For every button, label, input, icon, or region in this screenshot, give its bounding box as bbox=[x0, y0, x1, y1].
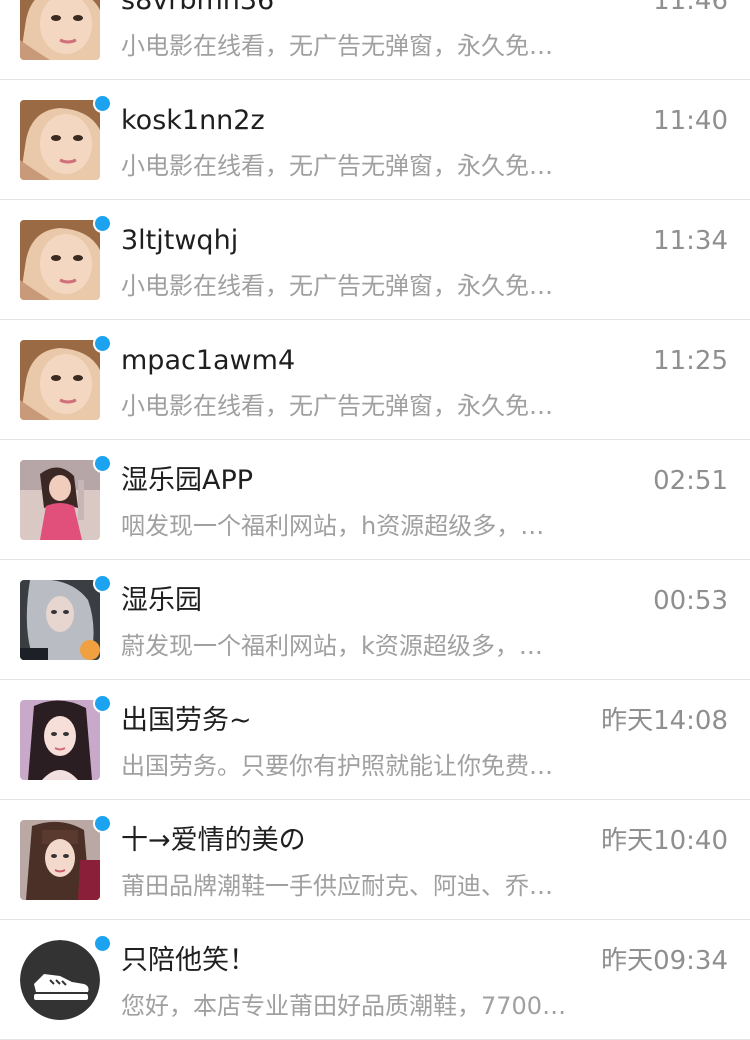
unread-dot-icon bbox=[93, 934, 112, 953]
message-preview: 小电影在线看，无广告无弹窗，永久免… bbox=[121, 32, 553, 60]
message-preview: 小电影在线看，无广告无弹窗，永久免… bbox=[121, 272, 553, 300]
message-preview: 莆田品牌潮鞋一手供应耐克、阿迪、乔… bbox=[121, 872, 553, 900]
unread-dot-icon bbox=[93, 694, 112, 713]
contact-name: 湿乐园 bbox=[121, 585, 202, 616]
unread-dot-icon bbox=[93, 94, 112, 113]
message-time: 11:40 bbox=[653, 106, 728, 136]
message-time: 昨天10:40 bbox=[601, 826, 728, 856]
unread-dot-icon bbox=[93, 574, 112, 593]
avatar[interactable] bbox=[20, 580, 100, 660]
message-time: 昨天09:34 bbox=[601, 946, 728, 976]
avatar[interactable] bbox=[20, 220, 100, 300]
message-time: 00:53 bbox=[653, 586, 728, 616]
message-preview: 您好，本店专业莆田好品质潮鞋，7700… bbox=[121, 992, 567, 1020]
message-time: 11:46 bbox=[653, 0, 728, 16]
message-preview: 蔚发现一个福利网站，k资源超级多，… bbox=[121, 632, 543, 660]
message-time: 02:51 bbox=[653, 466, 728, 496]
message-time: 11:34 bbox=[653, 226, 728, 256]
message-preview: 咽发现一个福利网站，h资源超级多，… bbox=[121, 512, 545, 540]
conversation-row[interactable]: s8vrbmn36 11:46 小电影在线看，无广告无弹窗，永久免… bbox=[0, 0, 750, 80]
conversation-list: s8vrbmn36 11:46 小电影在线看，无广告无弹窗，永久免… kosk1… bbox=[0, 0, 750, 1040]
conversation-row[interactable]: 3ltjtwqhj 11:34 小电影在线看，无广告无弹窗，永久免… bbox=[0, 200, 750, 320]
avatar[interactable] bbox=[20, 100, 100, 180]
conversation-row[interactable]: kosk1nn2z 11:40 小电影在线看，无广告无弹窗，永久免… bbox=[0, 80, 750, 200]
contact-name: 十→爱情的美の bbox=[121, 825, 306, 856]
contact-name: mpac1awm4 bbox=[121, 345, 296, 376]
avatar[interactable] bbox=[20, 0, 100, 60]
contact-name: 湿乐园APP bbox=[121, 465, 254, 496]
conversation-row[interactable]: 十→爱情的美の 昨天10:40 莆田品牌潮鞋一手供应耐克、阿迪、乔… bbox=[0, 800, 750, 920]
message-time: 11:25 bbox=[653, 346, 728, 376]
contact-name: s8vrbmn36 bbox=[121, 0, 275, 16]
avatar[interactable] bbox=[20, 820, 100, 900]
message-preview: 小电影在线看，无广告无弹窗，永久免… bbox=[121, 152, 553, 180]
avatar[interactable] bbox=[20, 460, 100, 540]
unread-dot-icon bbox=[93, 814, 112, 833]
conversation-row[interactable]: mpac1awm4 11:25 小电影在线看，无广告无弹窗，永久免… bbox=[0, 320, 750, 440]
contact-name: 只陪他笑！ bbox=[121, 945, 256, 976]
avatar[interactable] bbox=[20, 940, 100, 1020]
contact-name: 出国劳务~ bbox=[121, 705, 252, 736]
unread-dot-icon bbox=[93, 214, 112, 233]
unread-dot-icon bbox=[93, 454, 112, 473]
contact-name: 3ltjtwqhj bbox=[121, 225, 239, 256]
avatar[interactable] bbox=[20, 340, 100, 420]
avatar[interactable] bbox=[20, 700, 100, 780]
conversation-row[interactable]: 只陪他笑！ 昨天09:34 您好，本店专业莆田好品质潮鞋，7700… bbox=[0, 920, 750, 1040]
conversation-row[interactable]: 湿乐园APP 02:51 咽发现一个福利网站，h资源超级多，… bbox=[0, 440, 750, 560]
unread-dot-icon bbox=[93, 334, 112, 353]
message-preview: 小电影在线看，无广告无弹窗，永久免… bbox=[121, 392, 553, 420]
message-preview: 出国劳务。只要你有护照就能让你免费… bbox=[121, 752, 553, 780]
message-time: 昨天14:08 bbox=[601, 706, 728, 736]
conversation-row[interactable]: 出国劳务~ 昨天14:08 出国劳务。只要你有护照就能让你免费… bbox=[0, 680, 750, 800]
contact-name: kosk1nn2z bbox=[121, 105, 265, 136]
conversation-row[interactable]: 湿乐园 00:53 蔚发现一个福利网站，k资源超级多，… bbox=[0, 560, 750, 680]
